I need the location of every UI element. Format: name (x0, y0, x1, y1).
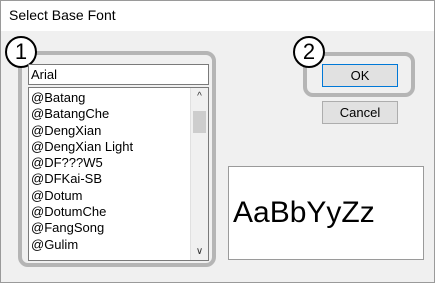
font-list-item[interactable]: @DotumChe (31, 204, 191, 220)
chevron-up-icon[interactable]: ^ (191, 88, 208, 105)
font-list-item[interactable]: @Gulim (31, 237, 191, 253)
font-list-item[interactable]: @Batang (31, 90, 191, 106)
chevron-down-icon[interactable]: ∨ (191, 243, 208, 260)
font-list-item[interactable]: @DengXian Light (31, 139, 191, 155)
ok-button[interactable]: OK (322, 64, 398, 87)
font-list-item[interactable]: @FangSong (31, 220, 191, 236)
font-list-item[interactable]: @DFKai-SB (31, 171, 191, 187)
font-list-item[interactable]: @DengXian (31, 123, 191, 139)
scroll-thumb[interactable] (193, 111, 206, 133)
font-list-item[interactable]: @Dotum (31, 188, 191, 204)
cancel-button[interactable]: Cancel (322, 101, 398, 124)
callout-number-2: 2 (293, 36, 325, 68)
font-list-item[interactable]: @DF???W5 (31, 155, 191, 171)
font-list: @Batang @BatangChe @DengXian @DengXian Ligh… (29, 88, 191, 253)
title-bar: Select Base Font (1, 1, 434, 31)
font-list-item[interactable]: @BatangChe (31, 106, 191, 122)
window-title: Select Base Font (9, 7, 116, 23)
font-name-input[interactable]: Arial (28, 64, 209, 85)
font-preview: AaBbYyZz (228, 166, 424, 260)
select-base-font-dialog: Select Base Font 1 2 Arial @Batang @Batan… (0, 0, 435, 283)
font-list-box[interactable]: @Batang @BatangChe @DengXian @DengXian Ligh… (28, 87, 209, 261)
font-list-scrollbar[interactable]: ^ ∨ (190, 88, 208, 260)
